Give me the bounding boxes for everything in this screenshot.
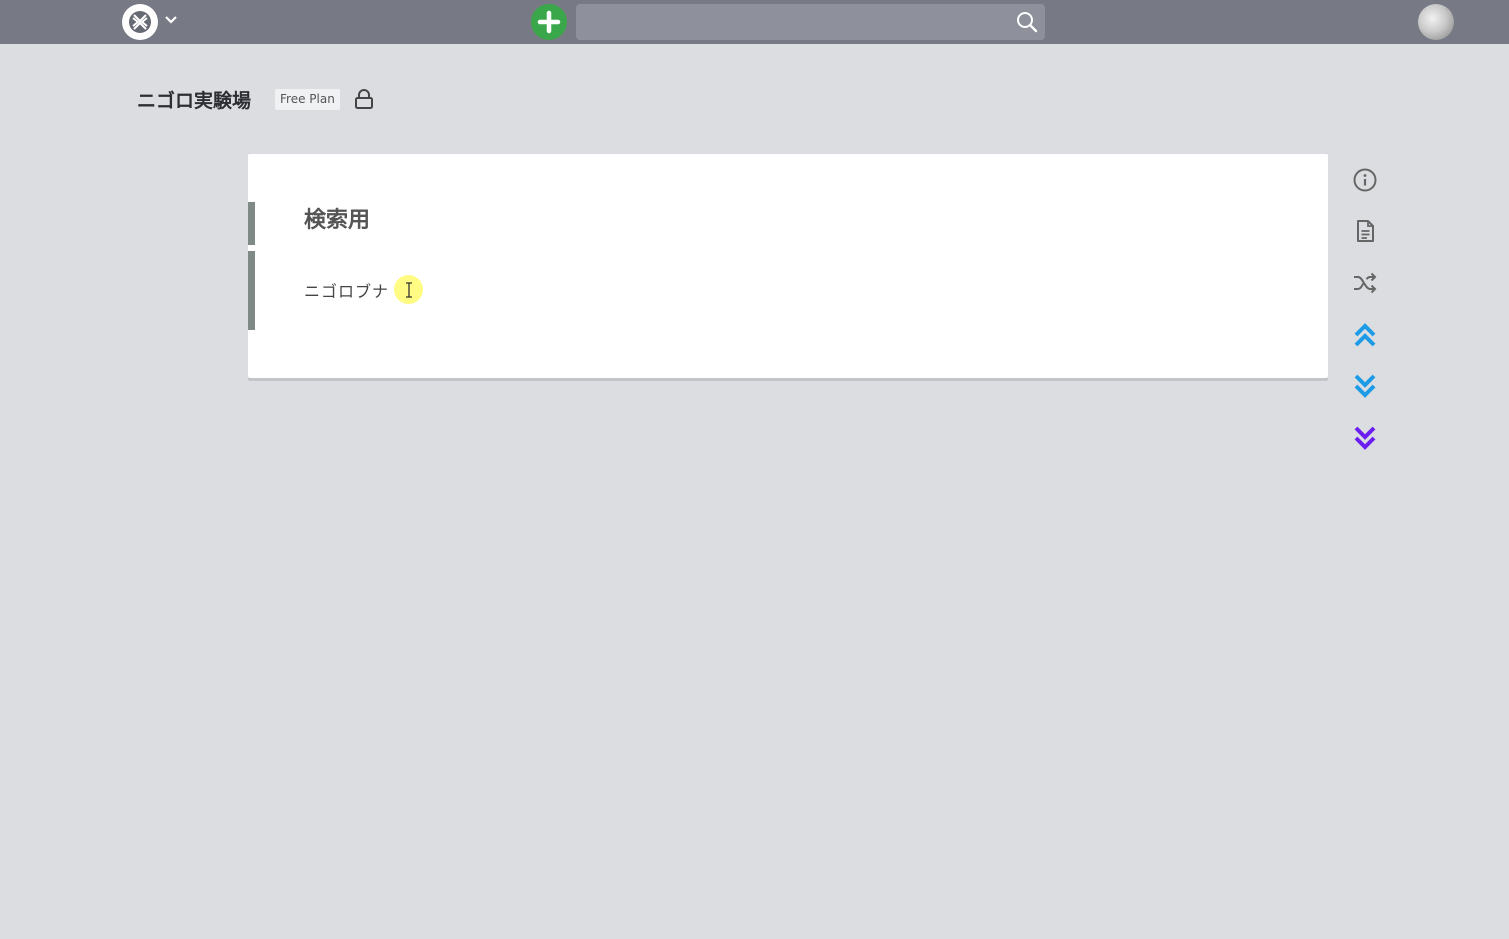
title-line-indicator	[248, 202, 255, 245]
info-icon	[1353, 168, 1377, 192]
new-page-button[interactable]	[531, 4, 567, 40]
random-page-button[interactable]	[1352, 270, 1378, 296]
logo-icon	[129, 11, 151, 33]
search-box	[576, 4, 1045, 40]
page-line[interactable]: ニゴロブナ	[304, 278, 389, 302]
page-icon	[1357, 220, 1374, 242]
text-cursor-icon	[406, 282, 412, 298]
project-title[interactable]: ニゴロ実験場	[137, 86, 251, 113]
chevrons-down-bottom-icon	[1354, 426, 1376, 450]
plan-badge[interactable]: Free Plan	[275, 89, 340, 110]
page-title[interactable]: 検索用	[304, 202, 370, 234]
chevrons-up-icon	[1354, 323, 1376, 347]
search-icon[interactable]	[1015, 10, 1039, 34]
search-input[interactable]	[576, 4, 996, 40]
body-line-indicator	[248, 251, 255, 330]
scroll-bottom-button[interactable]	[1352, 425, 1378, 451]
scroll-top-button[interactable]	[1352, 322, 1378, 348]
top-navbar	[0, 0, 1509, 44]
lock-icon[interactable]	[354, 88, 374, 110]
page-editor-card: 検索用 ニゴロブナ	[248, 154, 1328, 378]
chevrons-down-icon	[1354, 374, 1376, 398]
plus-icon	[537, 10, 561, 34]
scroll-down-button[interactable]	[1352, 373, 1378, 399]
info-button[interactable]	[1352, 167, 1378, 193]
shuffle-icon	[1354, 272, 1377, 294]
page-menu-button[interactable]	[1352, 218, 1378, 244]
chevron-down-icon[interactable]	[164, 13, 178, 27]
user-avatar[interactable]	[1418, 4, 1454, 40]
app-logo-menu-button[interactable]	[122, 4, 158, 40]
